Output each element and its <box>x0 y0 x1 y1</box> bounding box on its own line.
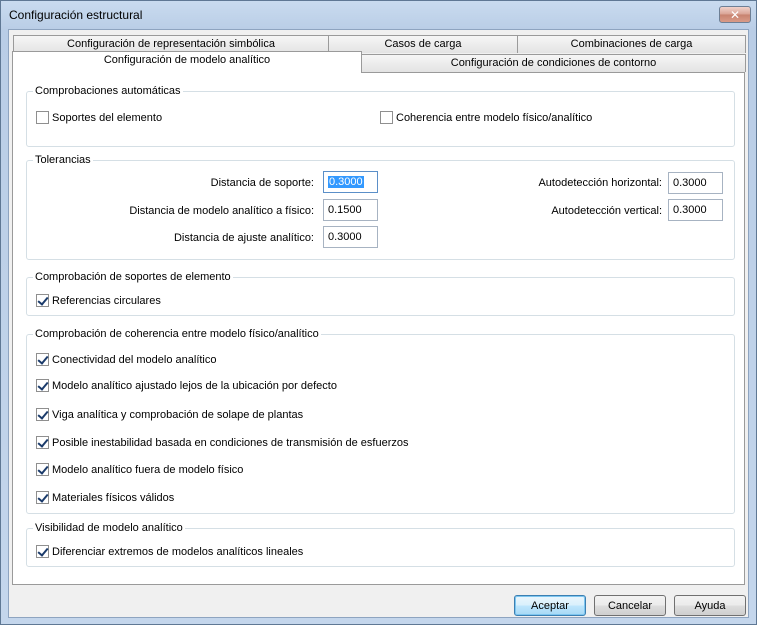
field-value: 0.3000 <box>328 176 364 188</box>
checkbox-box[interactable] <box>36 294 49 307</box>
support-elements-checkbox[interactable]: Soportes del elemento <box>36 111 162 124</box>
tab-load-combinations[interactable]: Combinaciones de carga <box>517 35 746 53</box>
field-value: 0.3000 <box>673 177 707 189</box>
checkbox-box[interactable] <box>36 408 49 421</box>
tab-label: Configuración de representación simbólic… <box>67 38 275 50</box>
group-legend: Comprobaciones automáticas <box>35 85 181 97</box>
dialog-client: Configuración de representación simbólic… <box>8 29 749 618</box>
checkbox-label: Viga analítica y comprobación de solape … <box>52 408 304 421</box>
tab-label: Configuración de modelo analítico <box>103 54 271 66</box>
tab-analytical-model[interactable]: Configuración de modelo analítico <box>12 51 362 73</box>
field-value: 0.1500 <box>328 204 362 216</box>
line-ends-checkbox[interactable]: Diferenciar extremos de modelos analític… <box>36 545 303 558</box>
title-bar[interactable]: Configuración estructural ✕ <box>1 1 756 29</box>
ok-button[interactable]: Aceptar <box>514 595 586 616</box>
group-legend: Visibilidad de modelo analítico <box>35 522 183 534</box>
checkbox-label: Coherencia entre modelo físico/analítico <box>396 111 593 124</box>
checkbox-label: Modelo analítico ajustado lejos de la ub… <box>52 379 337 392</box>
dialog-window: Configuración estructural ✕ Configuració… <box>0 0 757 625</box>
tab-boundary-conditions[interactable]: Configuración de condiciones de contorno <box>361 54 746 72</box>
checkbox-label: Referencias circulares <box>52 294 161 307</box>
analytical-adjust-distance-field[interactable]: 0.3000 <box>323 226 378 248</box>
checkbox-box[interactable] <box>380 111 393 124</box>
close-button[interactable]: ✕ <box>719 6 751 23</box>
group-legend: Comprobación de coherencia entre modelo … <box>35 328 319 340</box>
tab-label: Combinaciones de carga <box>570 38 693 50</box>
analytical-adjust-distance-label: Distancia de ajuste analítico: <box>173 232 314 244</box>
checkbox-box[interactable] <box>36 353 49 366</box>
group-legend: Tolerancias <box>35 154 91 166</box>
checkbox-label: Conectividad del modelo analítico <box>52 353 217 366</box>
circular-references-checkbox[interactable]: Referencias circulares <box>36 294 161 307</box>
help-button[interactable]: Ayuda <box>674 595 746 616</box>
analytical-physical-distance-label: Distancia de modelo analítico a físico: <box>129 205 314 217</box>
analytical-physical-distance-field[interactable]: 0.1500 <box>323 199 378 221</box>
checkbox-label: Posible inestabilidad basada en condicio… <box>52 436 409 449</box>
checkbox-box[interactable] <box>36 111 49 124</box>
checkbox-box[interactable] <box>36 491 49 504</box>
tab-label: Configuración de condiciones de contorno <box>450 57 657 69</box>
tab-label: Casos de carga <box>384 38 462 50</box>
auto-horizontal-label: Autodetección horizontal: <box>538 177 662 189</box>
beam-overlap-checkbox[interactable]: Viga analítica y comprobación de solape … <box>36 408 303 421</box>
auto-vertical-field[interactable]: 0.3000 <box>668 199 723 221</box>
valid-materials-checkbox[interactable]: Materiales físicos válidos <box>36 491 174 504</box>
close-icon: ✕ <box>729 7 741 22</box>
field-value: 0.3000 <box>328 231 362 243</box>
checkbox-box[interactable] <box>36 436 49 449</box>
checkbox-box[interactable] <box>36 379 49 392</box>
support-distance-label: Distancia de soporte: <box>210 177 314 189</box>
instability-checkbox[interactable]: Posible inestabilidad basada en condicio… <box>36 436 409 449</box>
checkbox-label: Materiales físicos válidos <box>52 491 175 504</box>
group-legend: Comprobación de soportes de elemento <box>35 271 231 283</box>
model-outside-checkbox[interactable]: Modelo analítico fuera de modelo físico <box>36 463 243 476</box>
window-title: Configuración estructural <box>9 8 143 22</box>
auto-horizontal-field[interactable]: 0.3000 <box>668 172 723 194</box>
support-distance-field[interactable]: 0.3000 <box>323 171 378 193</box>
checkbox-box[interactable] <box>36 463 49 476</box>
checkbox-box[interactable] <box>36 545 49 558</box>
checkbox-label: Soportes del elemento <box>52 111 163 124</box>
field-value: 0.3000 <box>673 204 707 216</box>
model-coherence-checkbox[interactable]: Coherencia entre modelo físico/analítico <box>380 111 592 124</box>
auto-vertical-label: Autodetección vertical: <box>551 205 662 217</box>
checkbox-label: Modelo analítico fuera de modelo físico <box>52 463 244 476</box>
adjusted-model-checkbox[interactable]: Modelo analítico ajustado lejos de la ub… <box>36 379 337 392</box>
analytical-connectivity-checkbox[interactable]: Conectividad del modelo analítico <box>36 353 217 366</box>
cancel-button[interactable]: Cancelar <box>594 595 666 616</box>
checkbox-label: Diferenciar extremos de modelos analític… <box>52 545 304 558</box>
tab-panel: Comprobaciones automáticas Soportes del … <box>12 72 745 585</box>
